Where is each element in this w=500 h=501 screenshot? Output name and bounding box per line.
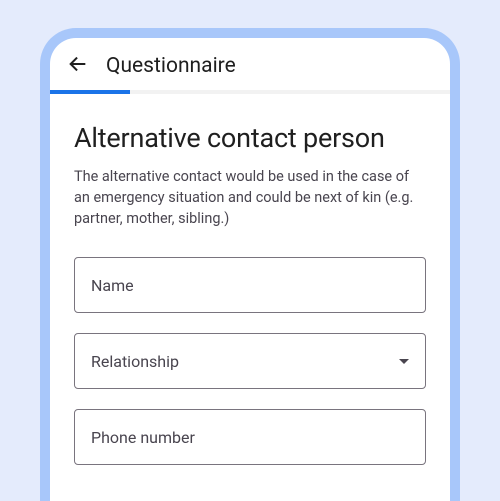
content-area: Alternative contact person The alternati…: [50, 94, 450, 465]
section-description: The alternative contact would be used in…: [74, 166, 426, 229]
back-button[interactable]: [66, 54, 90, 78]
arrow-left-icon: [67, 53, 89, 79]
progress-bar: [50, 90, 450, 94]
phone-field-label: Phone number: [91, 428, 409, 447]
relationship-field[interactable]: Relationship: [74, 333, 426, 389]
device-frame: Questionnaire Alternative contact person…: [40, 28, 460, 501]
relationship-field-label: Relationship: [91, 352, 399, 371]
name-field-label: Name: [91, 276, 409, 295]
app-bar: Questionnaire: [50, 38, 450, 90]
section-title: Alternative contact person: [74, 122, 426, 154]
app-bar-title: Questionnaire: [106, 54, 236, 78]
name-field[interactable]: Name: [74, 257, 426, 313]
progress-fill: [50, 90, 130, 94]
chevron-down-icon: [399, 359, 409, 364]
phone-field[interactable]: Phone number: [74, 409, 426, 465]
